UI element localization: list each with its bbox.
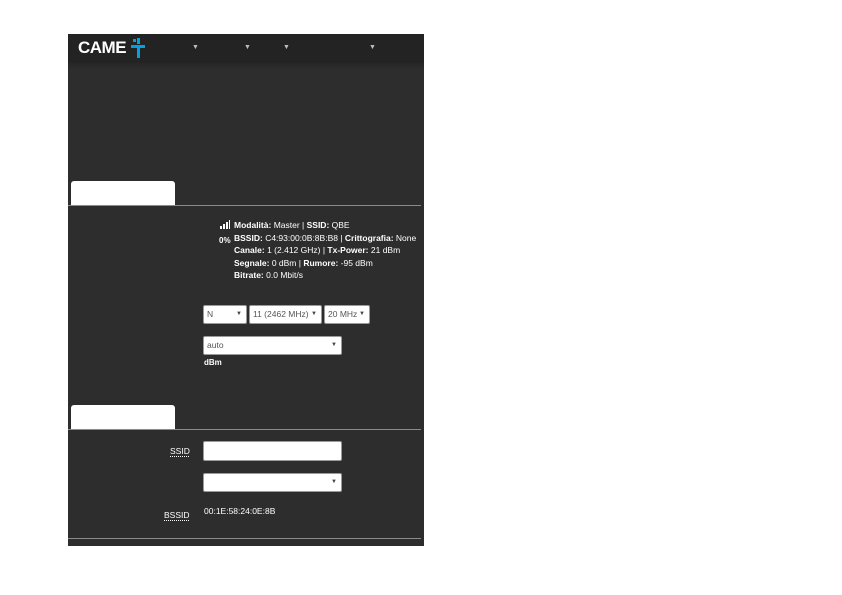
signal-label: Segnale:	[234, 258, 270, 268]
status-line-signal: Segnale: 0 dBm | Rumore: -95 dBm	[234, 258, 373, 268]
menu-2-caret-down-icon[interactable]: ▼	[244, 44, 251, 52]
navbar-shadow	[68, 63, 424, 69]
mode-label: Modalità:	[234, 220, 272, 230]
menu-1-caret-down-icon[interactable]: ▼	[192, 44, 199, 52]
menu-3-caret-down-icon[interactable]: ▼	[283, 44, 290, 52]
bitrate-label: Bitrate:	[234, 270, 264, 280]
txpower-select-value: auto	[207, 340, 224, 350]
mode-value: Master	[273, 220, 300, 230]
ssid-field-label: SSID	[170, 446, 190, 456]
came-logo-text: CAME	[78, 38, 127, 57]
chevron-down-icon: ▼	[331, 342, 337, 348]
top-navbar: CAME ▼ ▼ ▼ ▼	[68, 34, 424, 63]
chevron-down-icon: ▼	[311, 311, 317, 317]
width-select[interactable]: 20 MHz ▼	[324, 305, 370, 324]
encryption-value: None	[395, 233, 417, 243]
txpower-value: 21 dBm	[370, 245, 401, 255]
status-line-bssid: BSSID: C4:93:00:0B:8B:B8 | Crittografia:…	[234, 233, 417, 243]
encryption-label: Crittografia:	[344, 233, 394, 243]
came-logo-icon	[131, 38, 145, 58]
tab-device-configuration[interactable]	[71, 181, 175, 205]
txpower-unit: dBm	[204, 358, 222, 367]
noise-label: Rumore:	[303, 258, 339, 268]
section-divider	[68, 538, 421, 539]
signal-value: 0 dBm	[271, 258, 297, 268]
ssid-status-label: SSID:	[306, 220, 330, 230]
channel-select[interactable]: 11 (2462 MHz) ▼	[249, 305, 322, 324]
tab-interface-configuration[interactable]	[71, 405, 175, 429]
signal-percent: 0%	[219, 236, 231, 245]
mode-select[interactable]: N ▼	[203, 305, 247, 324]
menu-4-caret-down-icon[interactable]: ▼	[369, 44, 376, 52]
status-line-bitrate: Bitrate: 0.0 Mbit/s	[234, 270, 303, 281]
chevron-down-icon: ▼	[236, 311, 242, 317]
status-line-mode: Modalità: Master | SSID: QBE	[234, 220, 350, 230]
chevron-down-icon: ▼	[331, 479, 337, 485]
section-divider	[68, 429, 421, 430]
ssid-status-value: QBE	[331, 220, 350, 230]
txpower-label: Tx-Power:	[327, 245, 369, 255]
bssid-field-label: BSSID	[164, 510, 190, 520]
section-divider	[68, 205, 421, 206]
chevron-down-icon: ▼	[359, 311, 365, 317]
bssid-value: 00:1E:58:24:0E:8B	[204, 506, 276, 516]
mode-select-value: N	[207, 309, 214, 319]
signal-bars-icon	[220, 220, 230, 229]
bitrate-value: 0.0 Mbit/s	[266, 270, 303, 280]
channel-label: Canale:	[234, 245, 265, 255]
noise-value: -95 dBm	[340, 258, 373, 268]
channel-select-value: 11 (2462 MHz)	[253, 309, 309, 319]
width-select-value: 20 MHz	[328, 309, 358, 319]
wireless-config-panel: CAME ▼ ▼ ▼ ▼ 0% Modalità: Master | SSID:…	[68, 34, 424, 546]
bssid-status-value: C4:93:00:0B:8B:B8	[265, 233, 338, 243]
ssid-input[interactable]	[203, 441, 342, 461]
interface-mode-select[interactable]: ▼	[203, 473, 342, 492]
status-line-channel: Canale: 1 (2.412 GHz) | Tx-Power: 21 dBm	[234, 245, 401, 255]
bssid-status-label: BSSID:	[234, 233, 263, 243]
channel-value: 1 (2.412 GHz)	[267, 245, 321, 255]
txpower-select[interactable]: auto ▼	[203, 336, 342, 355]
